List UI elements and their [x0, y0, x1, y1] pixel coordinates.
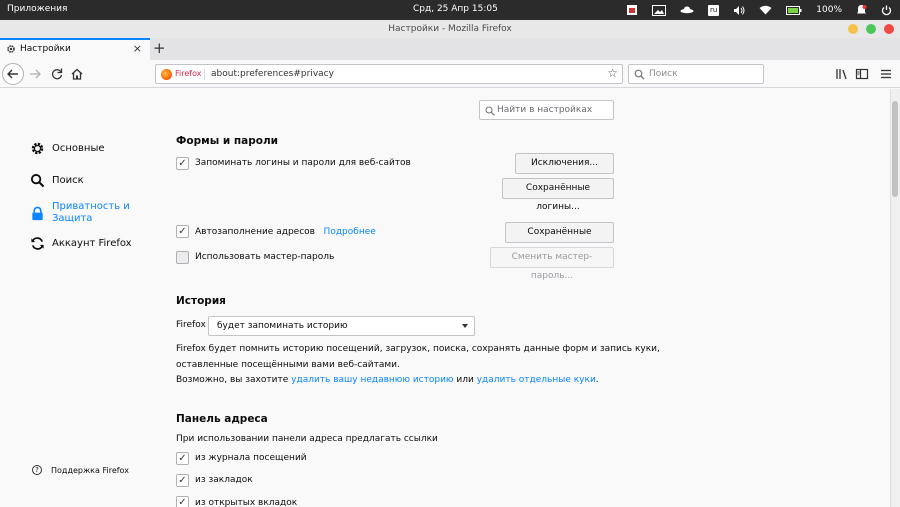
battery-icon[interactable] — [786, 5, 802, 15]
autofill-learn-more-link[interactable]: Подробнее — [324, 227, 376, 237]
home-button[interactable] — [70, 67, 84, 81]
suggest-history-label[interactable]: из журнала посещений — [195, 453, 307, 463]
suggest-history-checkbox[interactable]: ✓ — [176, 452, 189, 465]
url-text[interactable]: about:preferences#privacy — [211, 69, 334, 79]
clock[interactable]: Срд, 25 Апр 15:05 — [413, 4, 498, 14]
url-separator — [204, 69, 205, 80]
autofill-addresses-checkbox[interactable]: ✓ — [176, 225, 189, 238]
forward-button[interactable] — [28, 67, 42, 81]
bookmark-star-icon[interactable]: ☆ — [607, 66, 618, 80]
suggest-bookmarks-label[interactable]: из закладок — [195, 475, 253, 485]
page-scrollbar[interactable] — [890, 89, 900, 507]
back-arrow-icon — [7, 69, 18, 79]
change-master-password-button[interactable]: Сменить мастер-пароль... — [490, 247, 614, 281]
section-heading-forms: Формы и пароли — [176, 135, 279, 147]
sidebar-toggle-icon[interactable] — [855, 67, 869, 81]
exceptions-button[interactable]: Исключения... — [515, 153, 614, 174]
search-icon — [30, 173, 45, 188]
minimize-button[interactable] — [848, 24, 858, 34]
navigation-toolbar: Firefox about:preferences#privacy ☆ Поис… — [0, 60, 900, 88]
reload-button[interactable] — [50, 67, 64, 81]
back-button[interactable] — [2, 63, 24, 85]
sidebar-item-privacy[interactable]: Приватность и Защита — [30, 201, 130, 229]
menu-hamburger-icon[interactable] — [880, 67, 892, 81]
keyboard-layout-indicator[interactable]: ru — [707, 4, 720, 16]
suggest-open-tabs-label[interactable]: из открытых вкладок — [195, 498, 297, 507]
sync-icon — [31, 237, 44, 250]
notification-bell-icon[interactable] — [856, 4, 867, 16]
tab-settings[interactable]: Настройки × — [0, 38, 150, 60]
history-mode-value: будет запоминать историю — [217, 321, 348, 331]
identity-label[interactable]: Firefox — [175, 69, 201, 78]
history-description-line1: Firefox будет помнить историю посещений,… — [176, 344, 660, 354]
applications-menu[interactable]: Приложения — [7, 4, 67, 14]
lock-icon — [32, 206, 43, 221]
sidebar-item-label: Поиск — [52, 175, 84, 186]
volume-icon[interactable] — [733, 5, 745, 16]
search-icon — [634, 69, 645, 80]
saved-logins-button[interactable]: Сохранённые логины... — [502, 178, 614, 212]
clear-recent-history-link[interactable]: удалить вашу недавнюю историю — [291, 375, 453, 385]
search-bar[interactable]: Поиск — [628, 64, 764, 84]
help-icon: ? — [32, 465, 42, 475]
master-password-checkbox[interactable] — [176, 251, 189, 264]
autofill-addresses-label[interactable]: Автозаполнение адресов Подробнее — [195, 227, 376, 237]
battery-percent: 100% — [816, 5, 842, 15]
close-window-button[interactable] — [884, 24, 894, 34]
library-icon[interactable] — [835, 67, 849, 81]
system-tray: ru 100% — [612, 3, 892, 17]
remove-individual-cookies-link[interactable]: удалить отдельные куки — [477, 375, 596, 385]
section-heading-address-bar: Панель адреса — [176, 413, 268, 425]
tab-strip: Настройки × + — [0, 38, 900, 60]
history-description-line2: оставленные посещёнными вами веб-сайтами… — [176, 360, 400, 370]
firefox-support-link[interactable]: ? Поддержка Firefox — [32, 465, 129, 475]
app-indicator-icon[interactable] — [626, 4, 638, 16]
sidebar-item-label: Основные — [52, 143, 105, 154]
remember-logins-label[interactable]: Запоминать логины и пароли для веб-сайто… — [195, 158, 411, 168]
support-label: Поддержка Firefox — [51, 465, 129, 475]
wifi-icon[interactable] — [759, 5, 772, 15]
suggest-open-tabs-checkbox[interactable]: ✓ — [176, 496, 189, 507]
sidebar-item-label: Приватность и Защита — [52, 201, 130, 224]
gear-icon — [31, 142, 44, 155]
power-icon[interactable] — [881, 5, 892, 16]
maximize-button[interactable] — [866, 24, 876, 34]
search-icon — [485, 106, 495, 116]
sidebar-item-label: Аккаунт Firefox — [52, 238, 132, 249]
preferences-page: Найти в настройках Основные Поиск Приват… — [0, 89, 900, 507]
screenshot-icon[interactable] — [651, 4, 666, 16]
tab-label: Настройки — [20, 44, 71, 54]
new-tab-button[interactable]: + — [153, 39, 166, 57]
history-mode-label: Firefox — [176, 320, 206, 330]
sidebar-item-general[interactable]: Основные — [30, 141, 105, 163]
section-heading-history: История — [176, 295, 226, 307]
ufo-icon[interactable] — [680, 5, 694, 15]
scrollbar-thumb[interactable] — [892, 101, 898, 197]
history-clear-hint: Возможно, вы захотите удалить вашу недав… — [176, 375, 599, 385]
window-titlebar[interactable]: Настройки - Mozilla Firefox — [0, 20, 900, 38]
saved-addresses-button[interactable]: Сохранённые адреса... — [505, 222, 614, 256]
tab-close-icon[interactable]: × — [133, 42, 142, 55]
history-mode-select[interactable]: будет запоминать историю — [208, 316, 475, 336]
suggest-bookmarks-checkbox[interactable]: ✓ — [176, 474, 189, 487]
find-in-preferences-input[interactable]: Найти в настройках — [479, 100, 614, 120]
address-bar-subtitle: При использовании панели адреса предлага… — [176, 434, 438, 444]
window-title: Настройки - Mozilla Firefox — [388, 24, 512, 34]
master-password-label[interactable]: Использовать мастер-пароль — [195, 252, 334, 262]
system-panel: Приложения Срд, 25 Апр 15:05 ru 100% — [0, 0, 900, 20]
find-placeholder: Найти в настройках — [497, 105, 593, 115]
search-placeholder: Поиск — [649, 69, 678, 79]
remember-logins-checkbox[interactable]: ✓ — [176, 157, 189, 170]
chevron-down-icon — [462, 324, 468, 328]
url-bar[interactable]: Firefox about:preferences#privacy ☆ — [155, 64, 623, 84]
firefox-logo-icon — [161, 69, 172, 80]
gear-icon — [7, 45, 15, 53]
sidebar-item-firefox-account[interactable]: Аккаунт Firefox — [30, 236, 132, 258]
sidebar-item-search[interactable]: Поиск — [30, 173, 84, 195]
